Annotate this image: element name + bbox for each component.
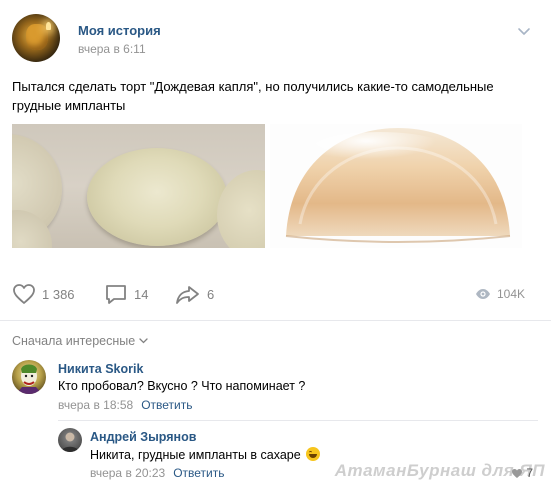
- like-count: 1 386: [42, 286, 75, 302]
- views-counter: 104K: [475, 280, 525, 308]
- views-count: 104K: [496, 287, 525, 301]
- heart-icon: [512, 468, 523, 478]
- sort-label-text: Сначала интересные: [12, 334, 136, 348]
- eye-icon: [475, 289, 490, 299]
- post-text: Пытался сделать торт "Дождевая капля", н…: [12, 79, 494, 113]
- cat-figure: [26, 24, 48, 50]
- comments-sort-dropdown[interactable]: Сначала интересные: [12, 334, 148, 348]
- drop-illustration: [285, 128, 511, 243]
- comment-time[interactable]: вчера в 18:58: [58, 398, 133, 412]
- post-photo-cake[interactable]: [12, 124, 265, 248]
- comment-avatar[interactable]: [12, 360, 46, 394]
- reply-button[interactable]: Ответить: [173, 466, 224, 480]
- comment-icon: [106, 285, 126, 304]
- like-button[interactable]: 1 386: [12, 280, 75, 308]
- comment-meta: вчера в 20:23 Ответить: [90, 466, 224, 480]
- share-icon: [176, 286, 199, 304]
- comment-like-button[interactable]: 7: [511, 466, 533, 480]
- divider: [58, 420, 538, 421]
- comment-author[interactable]: Никита Skorik: [58, 362, 143, 376]
- joker-face-icon: [16, 364, 42, 394]
- post-actions: 1 386 14 6 104K: [12, 280, 525, 308]
- comment-text-content: Никита, грудные импланты в сахаре: [90, 448, 301, 462]
- post-author[interactable]: Моя история: [78, 23, 161, 38]
- comment-text: Никита, грудные импланты в сахаре: [90, 447, 321, 462]
- comment-text: Кто пробовал? Вкусно ? Что напоминает ?: [58, 379, 306, 393]
- post-photo-drop[interactable]: [270, 124, 522, 248]
- share-count: 6: [207, 286, 215, 302]
- comment-like-count: 7: [526, 466, 533, 480]
- comment-author[interactable]: Андрей Зырянов: [90, 430, 196, 444]
- community-avatar[interactable]: [12, 14, 60, 62]
- chevron-down-icon: [139, 338, 148, 344]
- post-card: Моя история вчера в 6:11 Пытался сделать…: [0, 0, 551, 493]
- reply-button[interactable]: Ответить: [141, 398, 192, 412]
- person-photo-icon: [61, 432, 79, 452]
- comment-avatar[interactable]: [58, 428, 82, 452]
- share-button[interactable]: 6: [175, 280, 214, 308]
- chevron-down-icon[interactable]: [517, 24, 531, 38]
- candle-glow: [46, 22, 51, 30]
- comment-meta: вчера в 18:58 Ответить: [58, 398, 192, 412]
- post-date[interactable]: вчера в 6:11: [78, 42, 146, 56]
- heart-icon: [13, 284, 35, 304]
- post-header: Моя история вчера в 6:11: [12, 14, 537, 64]
- divider: [0, 320, 551, 321]
- comment-count: 14: [134, 286, 149, 302]
- comment-button[interactable]: 14: [104, 280, 148, 308]
- laughing-emoji-icon: [306, 447, 321, 461]
- comment-time[interactable]: вчера в 20:23: [90, 466, 165, 480]
